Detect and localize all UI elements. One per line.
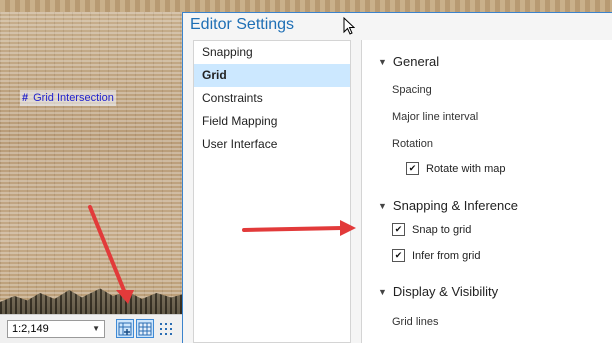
infer-from-grid-checkbox[interactable]: ✔ xyxy=(392,249,405,262)
section-display-title: Display & Visibility xyxy=(392,284,499,299)
map-status-bar: 1:2,149 ▼ xyxy=(0,314,182,343)
grid-lines-label: Grid lines xyxy=(392,316,439,328)
spacing-label: Spacing xyxy=(392,84,432,96)
nav-item-snapping[interactable]: Snapping xyxy=(194,41,350,64)
scale-value: 1:2,149 xyxy=(12,323,49,335)
rotate-with-map-label: Rotate with map xyxy=(426,162,506,175)
grid-intersection-text: Grid Intersection xyxy=(33,92,114,104)
grid-points-icon xyxy=(160,322,172,335)
snap-to-grid-option[interactable]: ✔ Snap to grid xyxy=(392,223,471,236)
rotation-label: Rotation xyxy=(392,138,433,150)
snap-to-grid-toggle-button[interactable] xyxy=(116,319,134,338)
section-display-header[interactable]: ▼ Display & Visibility xyxy=(378,284,498,299)
grid-settings-panel: ▼ General Spacing Major line interval Ro… xyxy=(361,40,612,343)
major-line-interval-label: Major line interval xyxy=(392,111,479,123)
scale-dropdown[interactable]: 1:2,149 ▼ xyxy=(7,320,105,338)
chevron-down-icon: ▼ xyxy=(378,56,387,67)
grid-snap-icon xyxy=(118,322,132,335)
section-general-title: General xyxy=(392,54,440,69)
chevron-down-icon: ▼ xyxy=(92,324,100,333)
snap-to-grid-checkbox[interactable]: ✔ xyxy=(392,223,405,236)
nav-item-field-mapping[interactable]: Field Mapping xyxy=(194,110,350,133)
grid-points-toggle-button[interactable] xyxy=(157,319,175,338)
rotate-with-map-option[interactable]: ✔ Rotate with map xyxy=(406,162,505,175)
grid-intersection-label: # Grid Intersection xyxy=(20,90,116,106)
window-title: Editor Settings xyxy=(190,16,295,33)
nav-item-constraints[interactable]: Constraints xyxy=(194,87,350,110)
infer-from-grid-option[interactable]: ✔ Infer from grid xyxy=(392,249,480,262)
snap-to-grid-label: Snap to grid xyxy=(412,223,472,236)
infer-from-grid-label: Infer from grid xyxy=(412,249,481,262)
rotate-with-map-checkbox[interactable]: ✔ xyxy=(406,162,419,175)
nav-item-user-interface[interactable]: User Interface xyxy=(194,133,350,156)
mouse-cursor-icon xyxy=(343,17,355,35)
map-top-strip xyxy=(0,0,612,12)
grid-display-toggle-button[interactable] xyxy=(136,319,154,338)
chevron-down-icon: ▼ xyxy=(378,200,387,211)
chevron-down-icon: ▼ xyxy=(378,286,387,297)
editor-settings-window: Editor Settings Snapping Grid Constraint… xyxy=(182,12,612,343)
section-snapping-title: Snapping & Inference xyxy=(392,198,518,213)
grid-hash-icon: # xyxy=(22,92,29,104)
grid-icon xyxy=(138,322,152,335)
settings-nav-list: Snapping Grid Constraints Field Mapping … xyxy=(193,40,351,343)
map-view[interactable] xyxy=(0,0,182,342)
section-snapping-header[interactable]: ▼ Snapping & Inference xyxy=(378,198,518,213)
section-general-header[interactable]: ▼ General xyxy=(378,54,439,69)
nav-item-grid[interactable]: Grid xyxy=(194,64,350,87)
